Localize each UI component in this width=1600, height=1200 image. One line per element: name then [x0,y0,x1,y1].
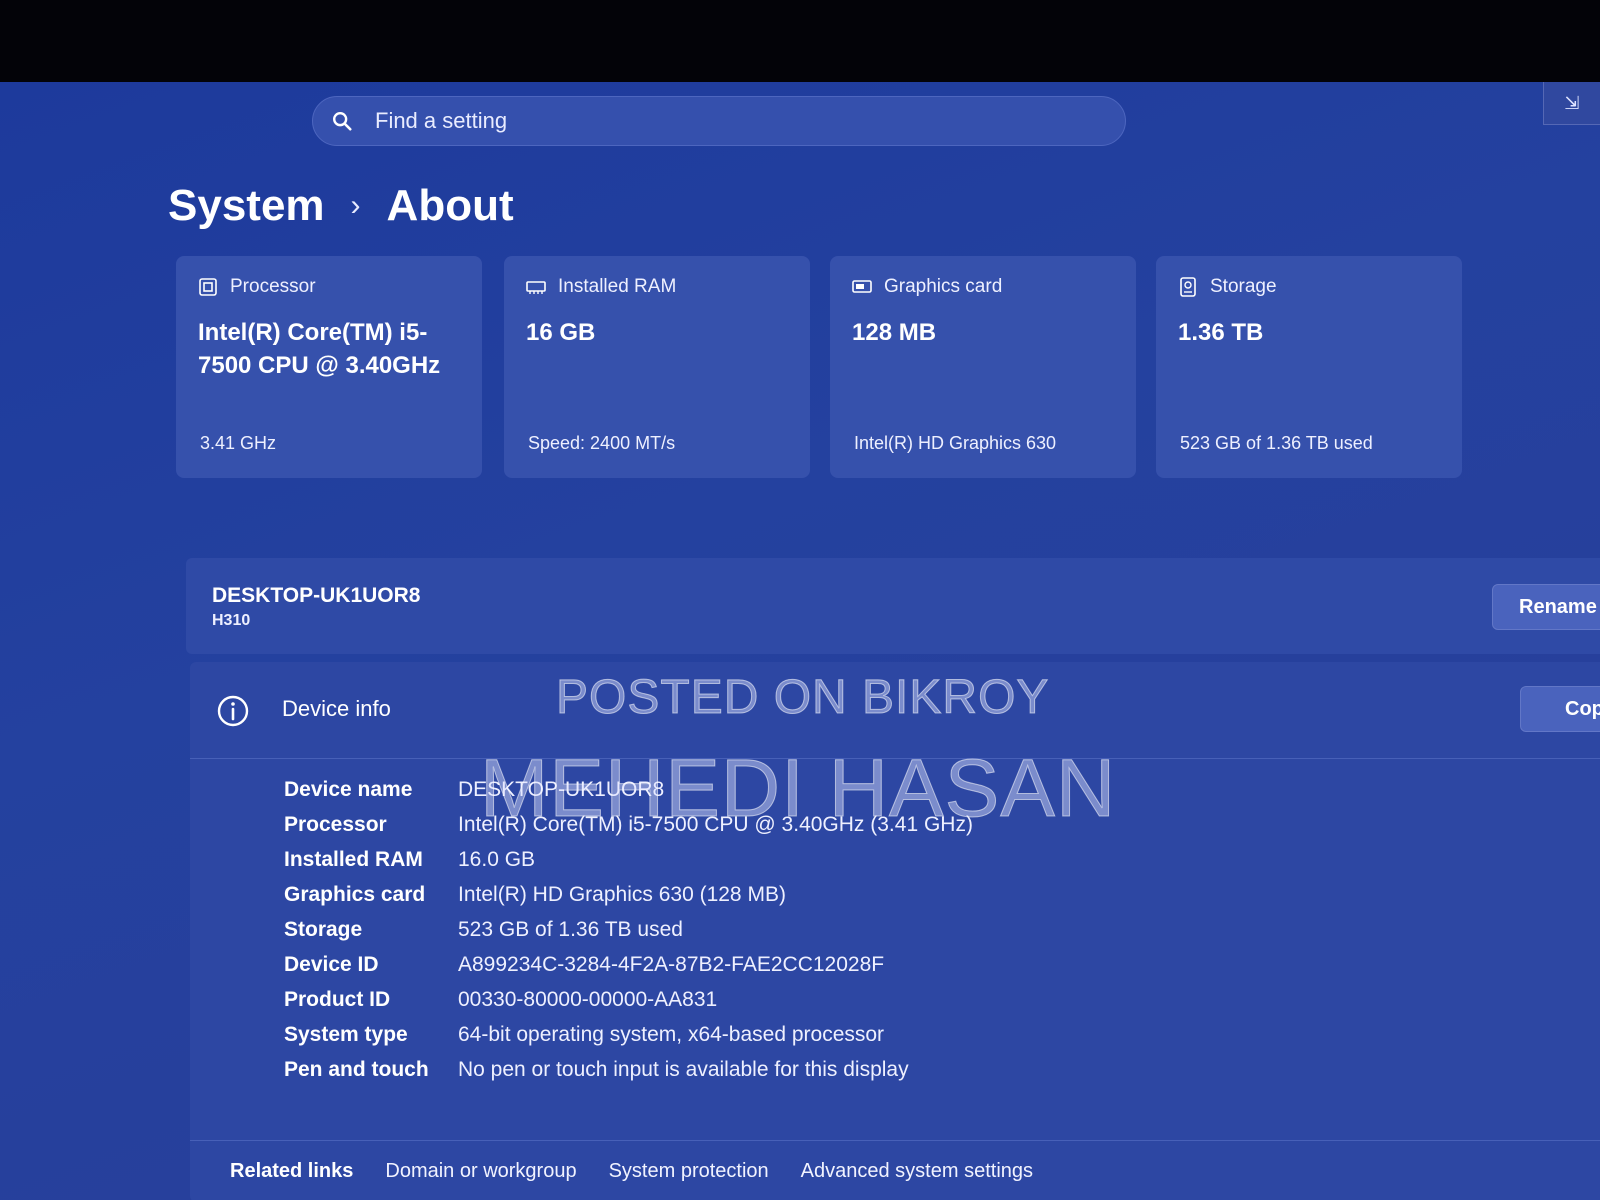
graphics-card-icon [852,280,872,293]
breadcrumb: System › About [168,176,514,236]
ram-card-sub: Speed: 2400 MT/s [528,433,676,453]
ram-card-value: 16 GB [526,319,596,346]
processor-card-label: Processor [230,276,316,297]
graphics-card-value: 128 MB [852,319,937,346]
storage-card-value: 1.36 TB [1178,319,1264,346]
storage-card-sub: 523 GB of 1.36 TB used [1180,433,1373,453]
spec-value: 00330-80000-00000-AA831 [458,987,718,1011]
link-domain-or-workgroup[interactable]: Domain or workgroup [385,1160,576,1183]
info-icon [217,695,249,727]
processor-icon [199,278,217,296]
search-input[interactable]: Find a setting [312,96,1126,146]
spec-value: Intel(R) HD Graphics 630 (128 MB) [458,882,786,906]
page-title: About [386,181,514,230]
spec-key: System type [284,1022,408,1046]
spec-key: Storage [284,917,363,941]
corner-glyph-icon: ⇲ [1564,92,1580,113]
graphics-card-label: Graphics card [884,276,1003,297]
spec-value: No pen or touch input is available for t… [458,1057,909,1081]
processor-card-sub: 3.41 GHz [200,433,277,453]
storage-card-label: Storage [1210,276,1277,297]
rename-button[interactable]: Rename [1492,584,1600,630]
link-system-protection[interactable]: System protection [609,1160,769,1183]
spec-value: Intel(R) Core(TM) i5-7500 CPU @ 3.40GHz … [458,812,973,836]
spec-row-processor: Processor Intel(R) Core(TM) i5-7500 CPU … [284,807,973,842]
ram-card: Installed RAM 16 GB Speed: 2400 MT/s [504,256,810,478]
processor-card: Processor Intel(R) Core(TM) i5-7500 CPU … [176,256,482,478]
breadcrumb-separator-icon: › [350,189,361,222]
graphics-card-card: Graphics card 128 MB Intel(R) HD Graphic… [830,256,1136,478]
spec-key: Installed RAM [284,847,423,871]
spec-row-device-name: Device name DESKTOP-UK1UOR8 [284,772,973,807]
search-placeholder: Find a setting [375,108,508,133]
pc-model: H310 [212,612,251,629]
related-links-bar: Related links Domain or workgroup System… [190,1140,1600,1200]
device-info-panel: Device info Copy Device name DESKTOP-UK1… [190,662,1600,1200]
spec-key: Graphics card [284,882,426,906]
ram-card-label: Installed RAM [558,276,677,297]
search-icon [333,112,352,131]
spec-row-pen-and-touch: Pen and touch No pen or touch input is a… [284,1052,973,1087]
device-name-panel: DESKTOP-UK1UOR8 H310 Rename [186,558,1600,654]
device-spec-list: Device name DESKTOP-UK1UOR8 Processor In… [284,772,973,1087]
spec-row-installed-ram: Installed RAM 16.0 GB [284,842,973,877]
spec-value: A899234C-3284-4F2A-87B2-FAE2CC12028F [458,952,885,976]
spec-key: Pen and touch [284,1057,429,1081]
spec-value: 523 GB of 1.36 TB used [458,917,683,941]
breadcrumb-parent[interactable]: System [168,181,325,231]
ram-icon [526,281,546,294]
storage-icon [1180,277,1196,297]
settings-window: ⇲ Find a setting System › About Processo… [0,82,1600,1200]
top-dark-bezel [0,0,1600,82]
spec-row-graphics-card: Graphics card Intel(R) HD Graphics 630 (… [284,877,973,912]
processor-card-value: Intel(R) Core(TM) i5-7500 CPU @ 3.40GHz [198,319,441,379]
spec-row-storage: Storage 523 GB of 1.36 TB used [284,912,973,947]
spec-row-product-id: Product ID 00330-80000-00000-AA831 [284,982,973,1017]
device-info-title: Device info [282,696,391,721]
spec-value: 64-bit operating system, x64-based proce… [458,1022,885,1046]
related-links-label: Related links [230,1160,354,1182]
graphics-card-sub: Intel(R) HD Graphics 630 [854,433,1057,453]
device-info-header[interactable]: Device info Copy [190,662,1600,759]
window-corner-button[interactable]: ⇲ [1543,82,1600,125]
spec-key: Device name [284,777,413,801]
spec-key: Device ID [284,952,379,976]
pc-name: DESKTOP-UK1UOR8 [212,584,421,607]
spec-row-device-id: Device ID A899234C-3284-4F2A-87B2-FAE2CC… [284,947,973,982]
spec-value: 16.0 GB [458,847,536,871]
spec-key: Product ID [284,987,391,1011]
spec-row-system-type: System type 64-bit operating system, x64… [284,1017,973,1052]
storage-card: Storage 1.36 TB 523 GB of 1.36 TB used [1156,256,1462,478]
link-advanced-system-settings[interactable]: Advanced system settings [801,1160,1033,1183]
copy-button[interactable]: Copy [1520,686,1600,732]
spec-value: DESKTOP-UK1UOR8 [458,777,665,801]
spec-key: Processor [284,812,387,836]
